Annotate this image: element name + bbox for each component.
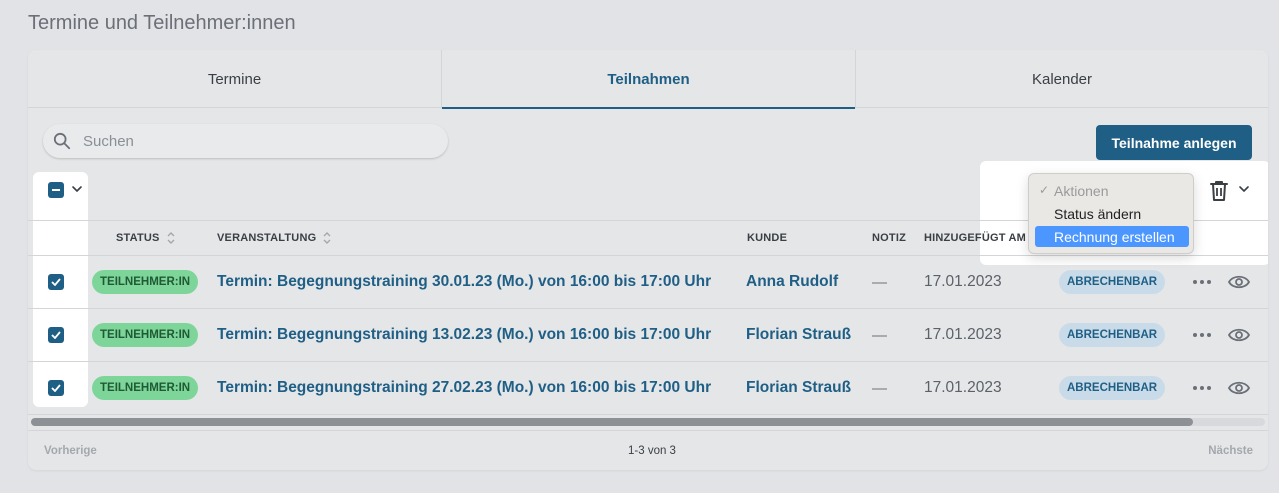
dropdown-option-status-aendern[interactable]: Status ändern [1035,203,1189,224]
row-checkbox[interactable] [48,327,64,343]
actions-dropdown: ✓ Aktionen Status ändern Rechnung erstel… [1028,173,1194,254]
chevron-down-icon[interactable] [1237,182,1251,196]
search-icon [53,132,71,150]
select-all-checkbox[interactable] [48,182,64,198]
added-date: 17.01.2023 [924,379,1002,396]
billing-badge: ABRECHENBAR [1059,376,1166,400]
added-date: 17.01.2023 [924,326,1002,343]
more-icon[interactable] [1192,279,1212,285]
pagination: Vorherige 1-3 von 3 Nächste [28,430,1268,470]
table-row: TEILNEHMER:IN Termin: Begegnungstraining… [28,309,1268,362]
more-icon[interactable] [1192,332,1212,338]
column-header-hinzugefuegt: HINZUGEFÜGT AM [924,232,1026,244]
tab-bar: Termine Teilnahmen Kalender [28,50,1268,109]
column-header-status[interactable]: STATUS [116,221,176,255]
billing-badge: ABRECHENBAR [1059,270,1166,294]
billing-badge: ABRECHENBAR [1059,323,1166,347]
previous-page-button[interactable]: Vorherige [44,445,97,457]
event-link[interactable]: Termin: Begegnungstraining 13.02.23 (Mo.… [217,326,711,344]
column-header-notiz: NOTIZ [872,232,906,244]
eye-icon[interactable] [1228,327,1250,343]
status-badge: TEILNEHMER:IN [92,323,199,347]
sort-icon [323,232,331,244]
table-row: TEILNEHMER:IN Termin: Begegnungstraining… [28,256,1268,309]
tab-termine[interactable]: Termine [28,50,441,108]
chevron-down-icon[interactable] [70,182,84,196]
eye-icon[interactable] [1228,380,1250,396]
event-link[interactable]: Termin: Begegnungstraining 30.01.23 (Mo.… [217,273,711,291]
event-link[interactable]: Termin: Begegnungstraining 27.02.23 (Mo.… [217,379,711,397]
note-cell: — [872,379,887,397]
customer-link[interactable]: Florian Strauß [746,326,851,344]
customer-link[interactable]: Florian Strauß [746,379,851,397]
checkmark-icon [51,331,61,339]
dropdown-option-rechnung-erstellen[interactable]: Rechnung erstellen [1035,226,1189,247]
column-header-veranstaltung[interactable]: VERANSTALTUNG [217,221,332,255]
checkmark-icon: ✓ [1039,183,1050,197]
column-header-kunde: KUNDE [747,232,788,244]
search-input[interactable] [83,132,423,150]
create-participation-button[interactable]: Teilnahme anlegen [1096,125,1252,160]
page-title: Termine und Teilnehmer:innen [28,12,296,34]
participations-card: Termine Teilnahmen Kalender Teilnahme an… [28,50,1268,470]
row-checkbox[interactable] [48,380,64,396]
note-cell: — [872,326,887,344]
next-page-button[interactable]: Nächste [1208,445,1253,457]
more-icon[interactable] [1192,385,1212,391]
page-info: 1-3 von 3 [628,445,676,457]
horizontal-scrollbar[interactable] [31,418,1265,426]
checkmark-icon [51,384,61,392]
sort-icon [167,232,175,244]
added-date: 17.01.2023 [924,273,1002,290]
tab-teilnahmen[interactable]: Teilnahmen [441,50,855,109]
note-cell: — [872,273,887,291]
trash-icon[interactable] [1208,179,1230,203]
status-badge: TEILNEHMER:IN [92,270,199,294]
eye-icon[interactable] [1228,274,1250,290]
search-box [43,124,448,158]
dropdown-option-aktionen: ✓ Aktionen [1039,182,1109,199]
scrollbar-thumb[interactable] [31,418,1193,426]
checkmark-icon [51,278,61,286]
row-checkbox[interactable] [48,274,64,290]
status-badge: TEILNEHMER:IN [92,376,199,400]
tab-kalender[interactable]: Kalender [855,50,1268,108]
customer-link[interactable]: Anna Rudolf [746,273,838,291]
table-row: TEILNEHMER:IN Termin: Begegnungstraining… [28,362,1268,415]
